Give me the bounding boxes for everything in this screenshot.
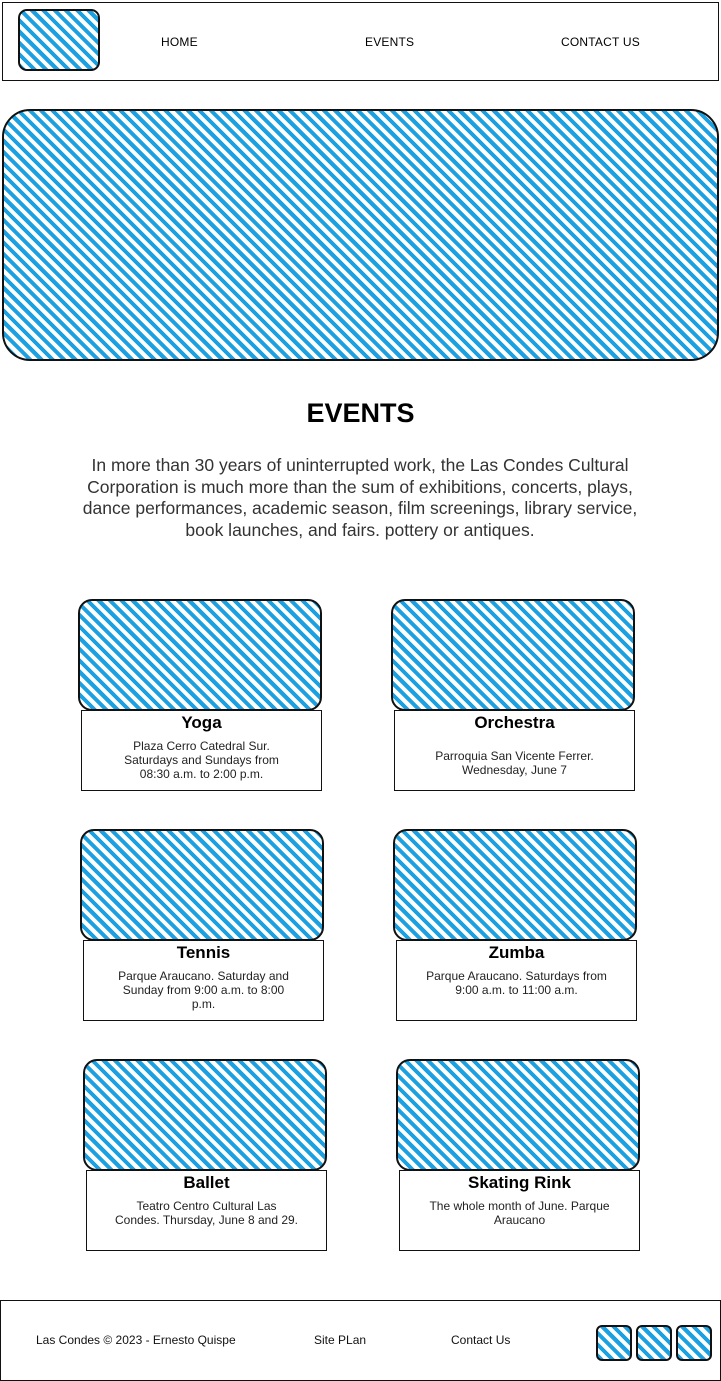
- event-card-image-orchestra[interactable]: [391, 599, 635, 711]
- nav-contact-link[interactable]: CONTACT US: [561, 35, 640, 49]
- nav-events-link[interactable]: EVENTS: [365, 35, 414, 49]
- event-title: Skating Rink: [468, 1173, 571, 1192]
- event-card-ballet[interactable]: Ballet Teatro Centro Cultural Las Condes…: [86, 1170, 327, 1251]
- event-description: Plaza Cerro Catedral Sur. Saturdays and …: [124, 739, 279, 781]
- event-title: Orchestra: [474, 713, 555, 732]
- social-icon-2[interactable]: [636, 1325, 672, 1361]
- footer-site-plan-link[interactable]: Site PLan: [314, 1333, 366, 1347]
- event-card-zumba[interactable]: Zumba Parque Araucano. Saturdays from 9:…: [396, 940, 637, 1021]
- event-description: Parque Araucano. Saturdays from 9:00 a.m…: [426, 969, 607, 997]
- event-title: Zumba: [488, 943, 545, 962]
- event-card-tennis[interactable]: Tennis Parque Araucano. Saturday and Sun…: [83, 940, 324, 1021]
- event-description: Teatro Centro Cultural Las Condes. Thurs…: [115, 1199, 299, 1227]
- event-card-image-yoga[interactable]: [78, 599, 322, 711]
- event-description: Parque Araucano. Saturday and Sunday fro…: [118, 969, 289, 1011]
- event-card-yoga[interactable]: Yoga Plaza Cerro Catedral Sur. Saturdays…: [81, 710, 322, 791]
- event-card-image-skating-rink[interactable]: [396, 1059, 640, 1171]
- event-description: The whole month of June. Parque Araucano: [429, 1199, 610, 1227]
- footer-copyright: Las Condes © 2023 - Ernesto Quispe: [36, 1333, 236, 1347]
- logo-image[interactable]: [18, 9, 100, 71]
- event-title: Tennis: [176, 943, 231, 962]
- nav-home-link[interactable]: HOME: [161, 35, 198, 49]
- event-card-skating-rink[interactable]: Skating Rink The whole month of June. Pa…: [399, 1170, 640, 1251]
- site-header: HOME EVENTS CONTACT US: [2, 2, 719, 81]
- event-description: Parroquia San Vicente Ferrer. Wednesday,…: [435, 749, 594, 777]
- social-icon-3[interactable]: [676, 1325, 712, 1361]
- hero-banner-image: [2, 109, 719, 361]
- section-title: EVENTS: [306, 398, 415, 428]
- section-intro: In more than 30 years of uninterrupted w…: [82, 455, 638, 540]
- footer-contact-link[interactable]: Contact Us: [451, 1333, 510, 1347]
- event-card-orchestra[interactable]: Orchestra Parroquia San Vicente Ferrer. …: [394, 710, 635, 791]
- event-title: Yoga: [181, 713, 222, 732]
- event-card-image-zumba[interactable]: [393, 829, 637, 941]
- event-title: Ballet: [183, 1173, 230, 1192]
- event-card-image-tennis[interactable]: [80, 829, 324, 941]
- event-card-image-ballet[interactable]: [83, 1059, 327, 1171]
- social-icon-1[interactable]: [596, 1325, 632, 1361]
